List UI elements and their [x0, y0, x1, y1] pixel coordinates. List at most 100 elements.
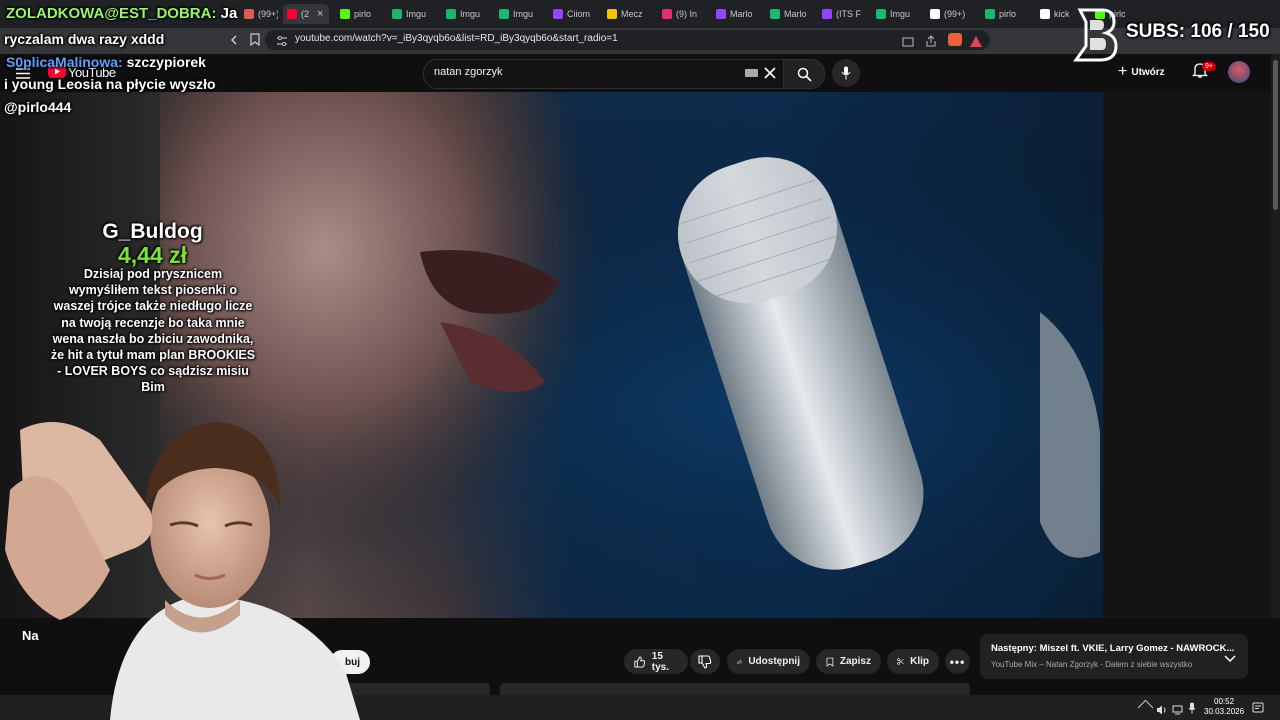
mic-icon: [841, 66, 851, 80]
next-video-card[interactable]: [980, 634, 1248, 679]
search-button[interactable]: [783, 59, 825, 89]
tab-label: (2: [301, 9, 310, 19]
browser-tab[interactable]: (2 ×: [283, 4, 329, 24]
tab-label: (ITS F: [836, 9, 861, 19]
plus-icon: +: [1118, 63, 1128, 80]
browser-tab[interactable]: pirlo: [340, 4, 384, 24]
like-button[interactable]: 15 tys.: [624, 649, 688, 674]
back-icon[interactable]: [228, 33, 240, 51]
like-count: 15 tys.: [651, 650, 670, 673]
tab-favicon-icon: [392, 9, 402, 19]
taskbar-clock[interactable]: 00:52 30.03.2026: [1204, 697, 1244, 717]
browser-tab[interactable]: Marlo: [716, 4, 760, 24]
chat-text: Ja: [220, 5, 238, 22]
microphone-tray-icon[interactable]: [1188, 701, 1196, 719]
chat-text: i young Leosia na płycie wyszło: [4, 76, 216, 92]
chat-message: @pirlo444: [4, 99, 71, 115]
tab-label: Marlo: [730, 9, 753, 19]
browser-tab[interactable]: Marlo: [770, 4, 814, 24]
browser-tab[interactable]: Mecz: [607, 4, 651, 24]
tab-label: Marlo: [784, 9, 807, 19]
tab-label: Ciiom: [567, 9, 591, 19]
tab-favicon-icon: [287, 9, 297, 19]
notification-center-icon[interactable]: [1252, 701, 1264, 719]
browser-tab[interactable]: Imgu: [499, 4, 543, 24]
donation-donor: G_Buldog: [102, 220, 203, 243]
tab-label: Imgu: [460, 9, 481, 19]
create-button[interactable]: + Utwórz: [1118, 60, 1165, 84]
share-label: Udostępnij: [748, 656, 800, 667]
tab-label: kick: [1054, 9, 1070, 19]
tab-label: (9) In: [676, 9, 698, 19]
tab-favicon-icon: [716, 9, 726, 19]
brave-shield-icon[interactable]: [948, 33, 962, 46]
clear-search-icon[interactable]: [764, 66, 776, 84]
url-text[interactable]: youtube.com/watch?v=_iBy3qyqb6o&list=RD_…: [295, 33, 618, 44]
chat-message: i young Leosia na płycie wyszło: [4, 76, 216, 92]
share-button[interactable]: Udostępnij: [727, 649, 810, 674]
chevron-down-icon[interactable]: [1224, 650, 1236, 668]
cast-icon[interactable]: [902, 34, 914, 52]
site-settings-icon[interactable]: [276, 34, 288, 52]
clock-date: 30.03.2026: [1204, 707, 1245, 716]
clock-time: 00:52: [1214, 697, 1235, 706]
tab-favicon-icon: [499, 9, 509, 19]
account-avatar[interactable]: [1228, 61, 1250, 83]
tab-favicon-icon: [662, 9, 672, 19]
scissors-icon: [897, 658, 904, 665]
browser-tab[interactable]: (ITS F: [822, 4, 866, 24]
tab-favicon-icon: [876, 9, 886, 19]
network-icon[interactable]: [1172, 702, 1183, 720]
thumbs-down-icon: [698, 654, 712, 669]
scrollbar-thumb[interactable]: [1273, 60, 1278, 210]
chat-text: @pirlo444: [4, 99, 72, 115]
tab-label: Mecz: [621, 9, 643, 19]
tab-favicon-icon: [553, 9, 563, 19]
clip-label: Klip: [910, 656, 929, 667]
tab-favicon-icon: [244, 9, 254, 19]
search-query[interactable]: natan zgorzyk: [434, 66, 502, 78]
tab-favicon-icon: [607, 9, 617, 19]
save-button[interactable]: Zapisz: [816, 649, 881, 674]
more-actions-button[interactable]: •••: [945, 649, 970, 674]
bookmark-icon[interactable]: [249, 33, 261, 51]
keyboard-icon[interactable]: [745, 69, 758, 77]
tab-label: pirlo: [999, 9, 1017, 19]
next-video-subtitle: YouTube Mix – Natan Zgorzyk - Dalem z si…: [991, 660, 1193, 669]
speaker-icon[interactable]: [1156, 702, 1167, 720]
tab-label: (99+): [944, 9, 966, 19]
chat-username: ZOLADKOWA@EST_DOBRA:: [6, 5, 217, 22]
voice-search-button[interactable]: [832, 59, 860, 87]
thumbs-up-icon: [634, 655, 646, 668]
donation-message: Dzisiaj pod prysznicem wymyśliłem tekst …: [50, 267, 256, 395]
search-icon: [797, 67, 812, 82]
browser-tab[interactable]: (99+): [244, 4, 278, 24]
close-tab-icon[interactable]: ×: [317, 8, 323, 20]
tab-favicon-icon: [822, 9, 832, 19]
tab-favicon-icon: [446, 9, 456, 19]
browser-tab[interactable]: Imgu: [876, 4, 920, 24]
create-label: Utwórz: [1131, 66, 1165, 78]
chat-text: ryczalam dwa razy xddd: [4, 31, 165, 47]
browser-tab[interactable]: (9) In: [662, 4, 706, 24]
browser-tab[interactable]: Imgu: [392, 4, 436, 24]
tab-favicon-icon: [340, 9, 350, 19]
chat-message: ryczalam dwa razy xddd: [4, 31, 164, 47]
dislike-button[interactable]: [690, 649, 720, 674]
browser-tab[interactable]: (99+): [930, 4, 974, 24]
browser-tab[interactable]: Imgu: [446, 4, 490, 24]
tab-favicon-icon: [930, 9, 940, 19]
share-page-icon[interactable]: [925, 34, 937, 52]
clip-button[interactable]: Klip: [887, 649, 939, 674]
browser-tab[interactable]: Ciiom: [553, 4, 597, 24]
next-video-title[interactable]: Następny: Miszel ft. VKIE, Larry Gomez -…: [991, 643, 1234, 654]
rewards-icon[interactable]: [970, 34, 982, 52]
webcam-overlay: [0, 400, 360, 720]
tab-label: Imgu: [890, 9, 911, 19]
tab-label: pirlo: [354, 9, 372, 19]
tab-favicon-icon: [770, 9, 780, 19]
tab-label: Imgu: [513, 9, 534, 19]
share-icon: [737, 659, 743, 664]
streamer-logo: [1072, 6, 1118, 62]
browser-tab[interactable]: pirlo: [985, 4, 1029, 24]
